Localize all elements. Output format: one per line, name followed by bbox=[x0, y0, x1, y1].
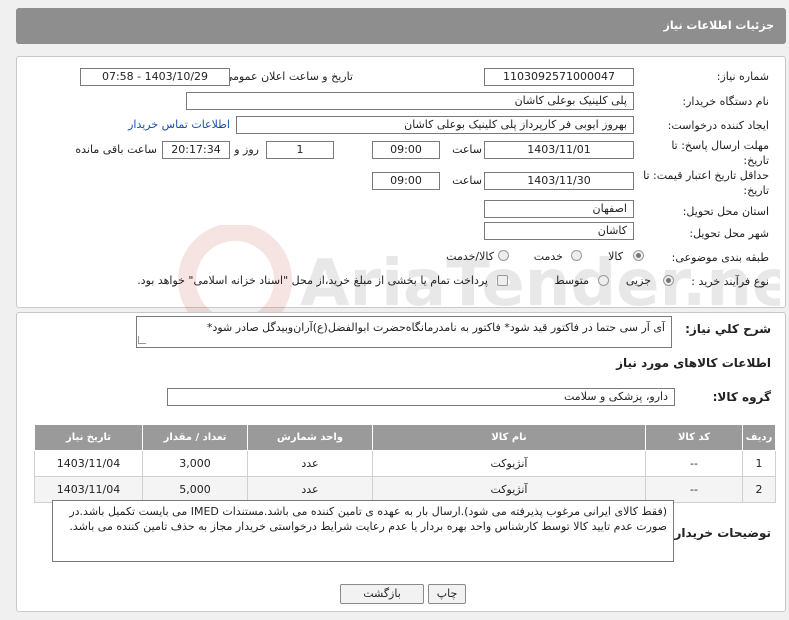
goods-group-label: گروه کالا: bbox=[712, 390, 771, 404]
time-remaining-label: ساعت باقی مانده bbox=[75, 143, 157, 156]
days-remaining-field[interactable]: 1 bbox=[266, 141, 334, 159]
purchase-option-minor: جزیی bbox=[625, 274, 651, 287]
back-button[interactable]: بازگشت bbox=[340, 584, 424, 604]
category-option-goods: کالا bbox=[608, 250, 623, 263]
col-row: ردیف bbox=[742, 424, 776, 451]
cell-row: 2 bbox=[742, 476, 776, 503]
goods-group-field[interactable]: دارو، پزشکی و سلامت bbox=[167, 388, 675, 406]
buyer-notes-label: توضیحات خریدار: bbox=[669, 526, 771, 540]
col-code: کد کالا bbox=[645, 424, 743, 451]
summary-resize-handle[interactable] bbox=[138, 336, 146, 344]
city-label: شهر محل تحویل: bbox=[689, 227, 769, 240]
goods-section-title: اطلاعات کالاهای مورد نیاز bbox=[616, 356, 771, 370]
treasury-bonds-checkbox[interactable] bbox=[497, 275, 508, 286]
announce-date-field[interactable]: 1403/10/29 - 07:58 bbox=[80, 68, 230, 86]
validity-date-field[interactable]: 1403/11/30 bbox=[484, 172, 634, 190]
purchase-radio-minor[interactable] bbox=[663, 275, 674, 286]
cell-unit: عدد bbox=[247, 476, 373, 503]
items-table-wrapper: ردیف کد کالا نام کالا واحد شمارش تعداد /… bbox=[34, 424, 776, 503]
buyer-org-field[interactable]: پلی کلینیک بوعلی کاشان bbox=[186, 92, 634, 110]
deadline-label: مهلت ارسال پاسخ: تا تاریخ: bbox=[671, 139, 769, 167]
need-number-label: شماره نیاز: bbox=[716, 70, 769, 83]
col-name: نام کالا bbox=[372, 424, 646, 451]
creator-field[interactable]: بهروز ایوبی فر کارپرداز پلی کلینیک بوعلی… bbox=[236, 116, 634, 134]
cell-code: -- bbox=[645, 450, 743, 477]
buyer-contact-link[interactable]: اطلاعات تماس خریدار bbox=[128, 118, 230, 131]
col-unit: واحد شمارش bbox=[247, 424, 373, 451]
treasury-payment-note: پرداخت تمام یا بخشی از مبلغ خرید،از محل … bbox=[137, 274, 488, 287]
cell-code: -- bbox=[645, 476, 743, 503]
deadline-date-field[interactable]: 1403/11/01 bbox=[484, 141, 634, 159]
col-qty: تعداد / مقدار bbox=[142, 424, 248, 451]
creator-label: ایجاد کننده درخواست: bbox=[667, 119, 769, 132]
cell-unit: عدد bbox=[247, 450, 373, 477]
cell-qty: 5,000 bbox=[142, 476, 248, 503]
announce-date-label: تاریخ و ساعت اعلان عمومی: bbox=[220, 70, 353, 83]
need-number-field[interactable]: 1103092571000047 bbox=[484, 68, 634, 86]
col-date: تاریخ نیاز bbox=[34, 424, 143, 451]
cell-row: 1 bbox=[742, 450, 776, 477]
purchase-type-label: نوع فرآیند خرید : bbox=[691, 275, 769, 288]
validity-time-field[interactable]: 09:00 bbox=[372, 172, 440, 190]
validity-time-label: ساعت bbox=[452, 174, 482, 187]
purchase-radio-medium[interactable] bbox=[598, 275, 609, 286]
items-table: ردیف کد کالا نام کالا واحد شمارش تعداد /… bbox=[34, 424, 776, 503]
category-option-goods-service: کالا/خدمت bbox=[446, 250, 494, 263]
time-remaining-field[interactable]: 20:17:34 bbox=[162, 141, 230, 159]
days-label: روز و bbox=[234, 143, 259, 156]
category-label: طبقه بندی موضوعی: bbox=[671, 251, 769, 264]
deadline-time-label: ساعت bbox=[452, 143, 482, 156]
category-radio-service[interactable] bbox=[571, 250, 582, 261]
page-header: جزئیات اطلاعات نیاز bbox=[16, 8, 786, 44]
province-field[interactable]: اصفهان bbox=[484, 200, 634, 218]
table-row[interactable]: 2 -- آنژیوکت عدد 5,000 1403/11/04 bbox=[34, 476, 776, 503]
buyer-notes-text[interactable]: (فقط کالای ایرانی مرغوب پذیرفته می شود).… bbox=[52, 500, 674, 562]
need-summary-text[interactable]: آی آر سی حتما در فاکتور قید شود* فاکتور … bbox=[136, 316, 672, 348]
cell-qty: 3,000 bbox=[142, 450, 248, 477]
print-button[interactable]: چاپ bbox=[428, 584, 466, 604]
category-option-service: خدمت bbox=[533, 250, 563, 263]
city-field[interactable]: کاشان bbox=[484, 222, 634, 240]
table-row[interactable]: 1 -- آنژیوکت عدد 3,000 1403/11/04 bbox=[34, 450, 776, 477]
cell-name: آنژیوکت bbox=[372, 476, 646, 503]
cell-date: 1403/11/04 bbox=[34, 450, 143, 477]
items-table-header: ردیف کد کالا نام کالا واحد شمارش تعداد /… bbox=[34, 424, 776, 451]
cell-name: آنژیوکت bbox=[372, 450, 646, 477]
need-summary-label: شرح کلي نياز: bbox=[685, 322, 771, 336]
page-title: جزئیات اطلاعات نیاز bbox=[663, 19, 775, 32]
province-label: استان محل تحویل: bbox=[682, 205, 769, 218]
buyer-org-label: نام دستگاه خریدار: bbox=[682, 95, 769, 108]
cell-date: 1403/11/04 bbox=[34, 476, 143, 503]
category-radio-goods[interactable] bbox=[633, 250, 644, 261]
purchase-option-medium: متوسط bbox=[554, 274, 589, 287]
deadline-time-field[interactable]: 09:00 bbox=[372, 141, 440, 159]
category-radio-goods-service[interactable] bbox=[498, 250, 509, 261]
price-validity-label: حداقل تاریخ اعتبار قیمت: تا تاریخ: bbox=[643, 169, 769, 197]
